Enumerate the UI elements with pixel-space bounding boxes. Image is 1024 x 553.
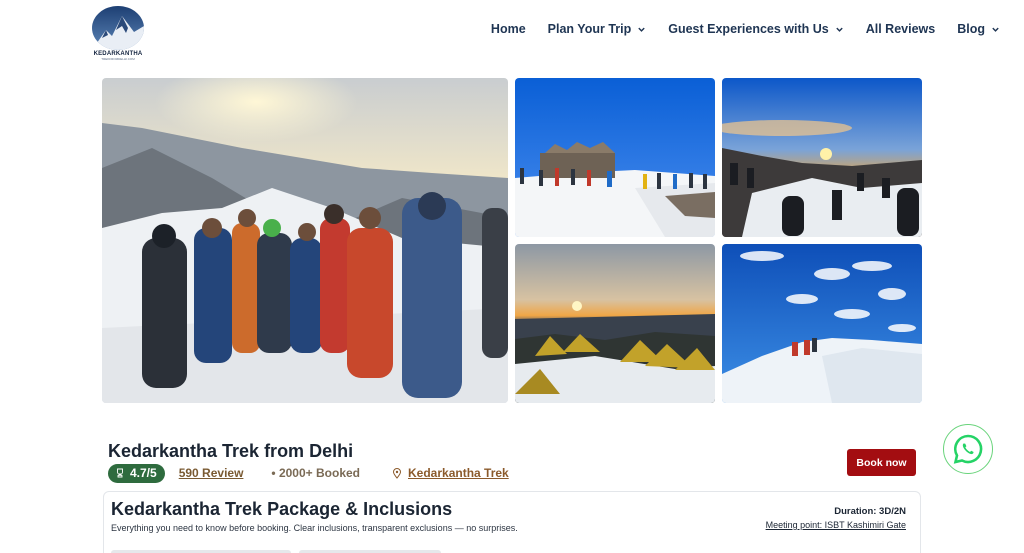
package-title: Kedarkantha Trek Package & Inclusions xyxy=(111,499,453,519)
location-link[interactable]: Kedarkantha Trek xyxy=(392,466,509,480)
gallery-photo-snow-trail[interactable] xyxy=(722,244,922,403)
gallery-photo-group-summit[interactable] xyxy=(102,78,508,403)
nav-plan-your-trip-label: Plan Your Trip xyxy=(547,22,632,36)
book-now-button[interactable]: Book now xyxy=(847,449,916,476)
meeting-point-link[interactable]: Meeting point: ISBT Kashimiri Gate xyxy=(766,520,906,530)
package-card: Kedarkantha Trek Package & Inclusions Ev… xyxy=(103,491,921,553)
booked-count: • 2000+ Booked xyxy=(271,466,360,480)
map-pin-icon xyxy=(392,467,402,479)
main-nav: Home Plan Your Trip Guest Experiences wi… xyxy=(491,22,1000,36)
nav-guest-experiences[interactable]: Guest Experiences with Us xyxy=(668,22,843,36)
site-header: KEDARKANTHA TREKFROMDELHI.COM Home Plan … xyxy=(0,0,1024,66)
reviews-link[interactable]: 590 Review xyxy=(179,466,244,480)
nav-home[interactable]: Home xyxy=(491,22,526,36)
nav-home-label: Home xyxy=(490,22,526,36)
whatsapp-button[interactable] xyxy=(943,424,993,474)
package-subtitle: Everything you need to know before booki… xyxy=(111,523,518,533)
rating-badge: 4.7/5 xyxy=(108,463,165,483)
photo-gallery xyxy=(102,78,922,403)
trek-meta-row: 4.7/5 590 Review • 2000+ Booked Kedarkan… xyxy=(108,463,509,483)
gallery-photo-sunset-ridge[interactable] xyxy=(722,78,922,237)
logo-tagline: TREKFROMDELHI.COM xyxy=(101,57,135,61)
rating-value: 4.7/5 xyxy=(130,466,157,480)
site-logo[interactable]: KEDARKANTHA TREKFROMDELHI.COM xyxy=(90,6,146,62)
trophy-icon xyxy=(117,468,123,478)
nav-plan-your-trip[interactable]: Plan Your Trip xyxy=(548,22,647,36)
nav-all-reviews-label: All Reviews xyxy=(865,22,936,36)
nav-all-reviews[interactable]: All Reviews xyxy=(866,22,935,36)
nav-blog[interactable]: Blog xyxy=(957,22,1000,36)
gallery-photo-campsite-tents[interactable] xyxy=(515,244,715,403)
whatsapp-icon xyxy=(953,434,983,464)
trek-title: Kedarkantha Trek from Delhi xyxy=(108,441,354,461)
mountain-logo-icon xyxy=(92,6,144,50)
chevron-down-icon xyxy=(638,27,645,32)
nav-guest-experiences-label: Guest Experiences with Us xyxy=(668,22,829,36)
duration-label: Duration: 3D/2N xyxy=(834,506,906,517)
chevron-down-icon xyxy=(992,27,999,32)
location-label: Kedarkantha Trek xyxy=(408,466,509,480)
chevron-down-icon xyxy=(836,27,843,32)
gallery-photo-summit-temple[interactable] xyxy=(515,78,715,237)
nav-blog-label: Blog xyxy=(957,22,985,36)
